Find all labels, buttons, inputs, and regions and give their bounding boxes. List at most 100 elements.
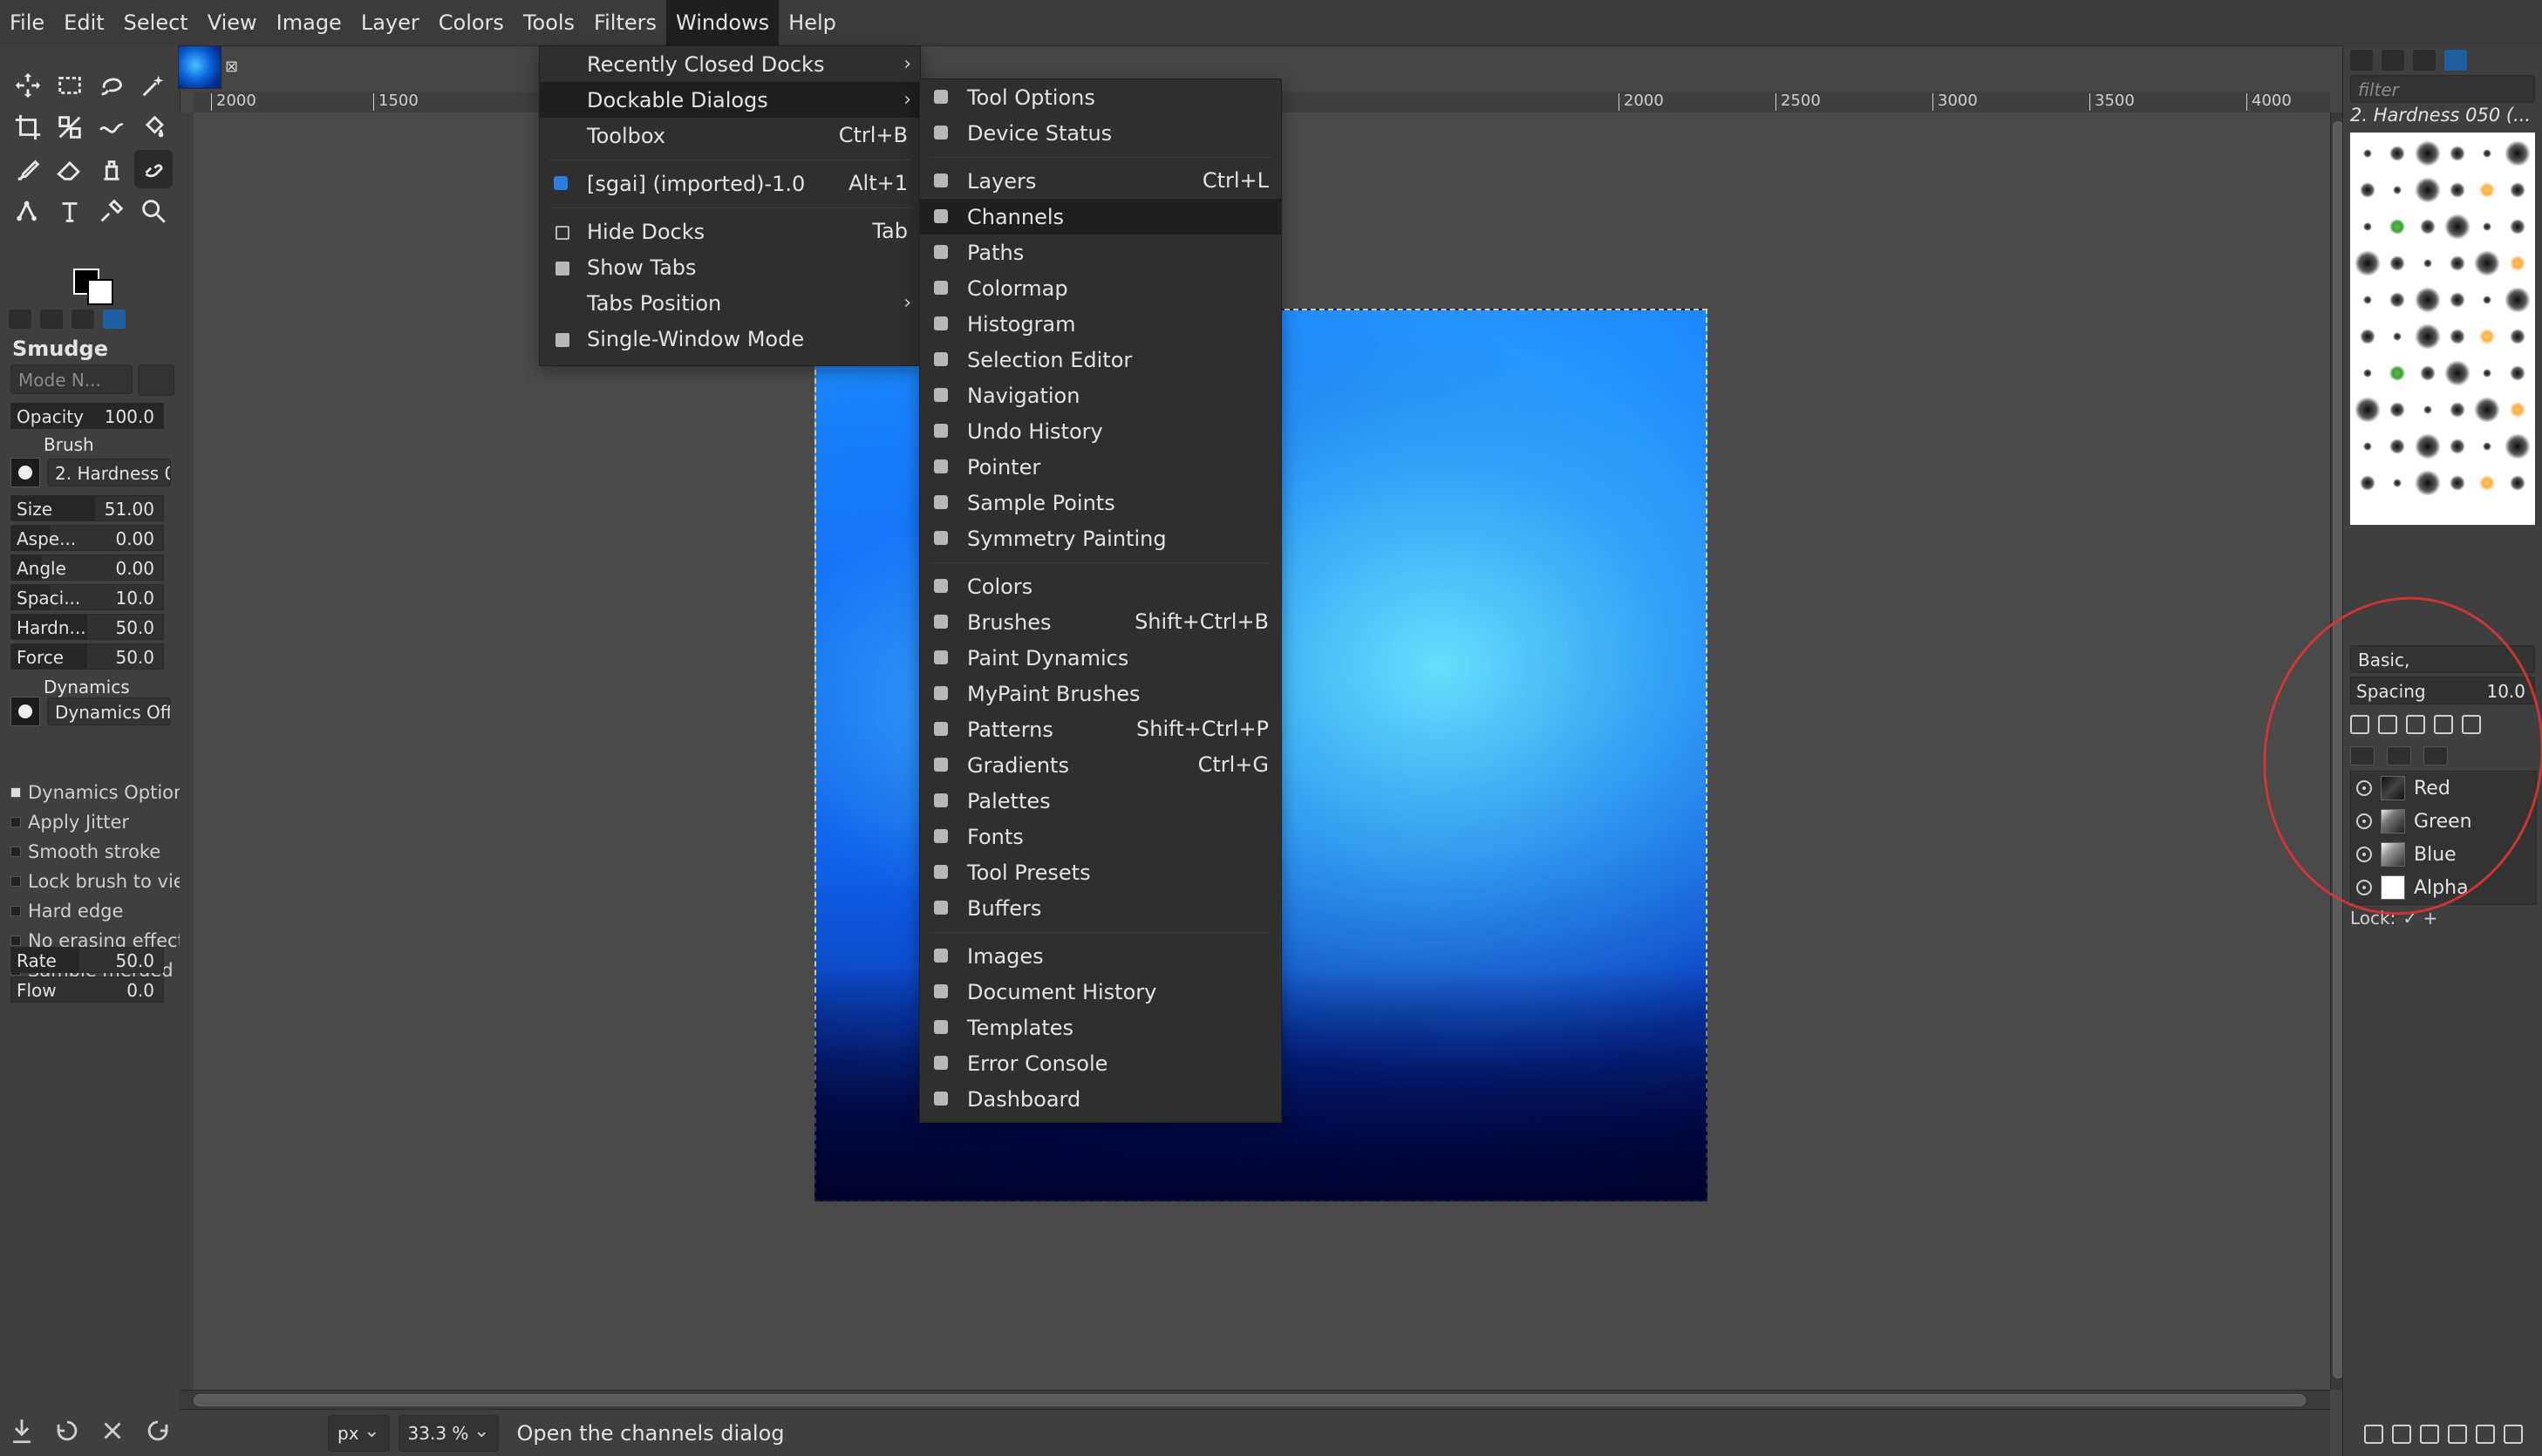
windows-menu-item-tabs-position[interactable]: Tabs Position ›: [540, 285, 920, 321]
brush-swatch[interactable]: [2413, 136, 2442, 171]
brush-swatch[interactable]: [2383, 466, 2412, 500]
menubar-item-file[interactable]: File: [0, 0, 54, 45]
unified-transform-tool-button[interactable]: [51, 108, 89, 146]
dockable-dialog-item-gradients[interactable]: Gradients Ctrl+G: [920, 747, 1281, 783]
brush-filter-input[interactable]: filter: [2350, 75, 2535, 103]
dockable-dialog-item-mypaint-brushes[interactable]: MyPaint Brushes: [920, 676, 1281, 711]
brush-swatch[interactable]: [2354, 246, 2382, 281]
close-image-tab-icon[interactable]: ⊠: [225, 58, 238, 76]
windows-menu-item-toolbox[interactable]: Toolbox Ctrl+B: [540, 118, 920, 153]
brush-swatch[interactable]: [2383, 319, 2412, 354]
tool-options-tab[interactable]: [9, 310, 31, 329]
dockable-dialog-item-histogram[interactable]: Histogram: [920, 306, 1281, 342]
hardness-slider[interactable]: Hardn... 50.0: [10, 614, 164, 640]
brush-swatch[interactable]: [2354, 392, 2382, 427]
dockable-dialog-item-dashboard[interactable]: Dashboard: [920, 1081, 1281, 1117]
horizontal-scroll-thumb[interactable]: [194, 1394, 2306, 1406]
brush-set-combo[interactable]: Basic,: [2350, 645, 2535, 673]
brush-swatch[interactable]: [2413, 246, 2442, 281]
channel-to-selection-icon[interactable]: [2475, 1425, 2495, 1444]
angle-slider[interactable]: Angle 0.00: [10, 555, 164, 581]
dockable-dialog-item-error-console[interactable]: Error Console: [920, 1045, 1281, 1081]
vertical-scrollbar[interactable]: [2330, 112, 2343, 1390]
menubar-item-colors[interactable]: Colors: [429, 0, 514, 45]
eye-icon[interactable]: [2356, 813, 2372, 829]
brush-swatch[interactable]: [2503, 246, 2532, 281]
brush-swatch[interactable]: [2443, 429, 2472, 464]
eye-icon[interactable]: [2356, 847, 2372, 862]
text-tool-button[interactable]: [51, 192, 89, 230]
tool-option-apply-jitter[interactable]: Apply Jitter: [10, 809, 129, 835]
dockable-dialog-item-undo-history[interactable]: Undo History: [920, 413, 1281, 449]
brush-swatch[interactable]: [2354, 429, 2382, 464]
channels-tab-icon[interactable]: [2387, 746, 2411, 765]
dockable-dialog-item-paths[interactable]: Paths: [920, 235, 1281, 270]
brush-swatch[interactable]: [2383, 136, 2412, 171]
windows-menu-item-hide-docks[interactable]: Hide Docks Tab: [540, 214, 920, 249]
undo-history-tab[interactable]: [72, 310, 94, 329]
mode-reset-button[interactable]: [138, 364, 174, 396]
paths-tool-button[interactable]: [9, 192, 47, 230]
menubar-item-windows[interactable]: Windows: [666, 0, 780, 45]
device-status-tab[interactable]: [40, 310, 63, 329]
zoom-tool-button[interactable]: [134, 192, 173, 230]
windows-menu-item-recently-closed-docks[interactable]: Recently Closed Docks ›: [540, 46, 920, 82]
channel-row-red[interactable]: Red: [2351, 772, 2536, 805]
dockable-dialog-item-fonts[interactable]: Fonts: [920, 819, 1281, 854]
refresh-brushes-icon[interactable]: [2462, 715, 2481, 734]
save-preset-icon[interactable]: [7, 1416, 37, 1446]
dockable-dialog-item-palettes[interactable]: Palettes: [920, 783, 1281, 819]
dockable-dialog-item-selection-editor[interactable]: Selection Editor: [920, 342, 1281, 378]
horizontal-scrollbar[interactable]: [180, 1390, 2330, 1410]
checkbox[interactable]: [10, 876, 21, 887]
brush-swatch[interactable]: [2354, 209, 2382, 244]
checkbox[interactable]: [10, 817, 21, 827]
brush-swatch[interactable]: [2354, 356, 2382, 391]
brush-swatch[interactable]: [2383, 356, 2412, 391]
spacing-slider[interactable]: Spaci... 10.0: [10, 584, 164, 610]
brush-swatch[interactable]: [2354, 319, 2382, 354]
restore-icon[interactable]: [52, 1416, 82, 1446]
brush-swatch[interactable]: [2473, 209, 2502, 244]
foreground-background-colors[interactable]: [68, 263, 113, 305]
brush-swatch[interactable]: [2413, 209, 2442, 244]
brush-spacing-slider[interactable]: Spacing 10.0: [2350, 677, 2535, 704]
dockable-dialog-item-channels[interactable]: Channels: [920, 199, 1281, 235]
unit-combo[interactable]: px: [328, 1414, 390, 1452]
rate-slider[interactable]: Rate 50.0: [10, 947, 164, 973]
menubar-item-edit[interactable]: Edit: [54, 0, 113, 45]
dynamics-selector[interactable]: Dynamics Off: [10, 696, 171, 727]
brush-swatch[interactable]: [2413, 356, 2442, 391]
clone-tool-button[interactable]: [92, 150, 131, 188]
brush-swatch[interactable]: [2473, 356, 2502, 391]
edit-brush-icon[interactable]: [2350, 715, 2369, 734]
brush-swatch[interactable]: [2413, 282, 2442, 317]
brush-swatch[interactable]: [2473, 246, 2502, 281]
brush-swatch[interactable]: [2473, 282, 2502, 317]
image-tab-thumbnail[interactable]: [178, 45, 221, 89]
new-brush-icon[interactable]: [2378, 715, 2397, 734]
checkbox[interactable]: [10, 787, 21, 798]
tool-presets-tab[interactable]: [2444, 50, 2467, 71]
channel-row-blue[interactable]: Blue: [2351, 838, 2536, 871]
dockable-dialog-item-symmetry-painting[interactable]: Symmetry Painting: [920, 520, 1281, 556]
brush-swatch[interactable]: [2383, 209, 2412, 244]
brush-selector[interactable]: 2. Hardness 0: [10, 457, 171, 488]
duplicate-brush-icon[interactable]: [2406, 715, 2425, 734]
dockable-dialog-item-document-history[interactable]: Document History: [920, 974, 1281, 1010]
raise-channel-icon[interactable]: [2391, 1425, 2411, 1444]
brush-swatch[interactable]: [2413, 466, 2442, 500]
brush-swatch[interactable]: [2503, 466, 2532, 500]
lower-channel-icon[interactable]: [2419, 1425, 2439, 1444]
channel-row-green[interactable]: Green: [2351, 805, 2536, 838]
brush-swatch[interactable]: [2443, 246, 2472, 281]
windows-menu-item-single-window-mode[interactable]: Single-Window Mode: [540, 321, 920, 357]
lasso-tool-button[interactable]: [92, 66, 131, 105]
eye-icon[interactable]: [2356, 880, 2372, 895]
brush-swatch[interactable]: [2503, 209, 2532, 244]
brush-swatch[interactable]: [2354, 173, 2382, 208]
brush-swatch[interactable]: [2503, 429, 2532, 464]
brush-swatch[interactable]: [2383, 246, 2412, 281]
menubar-item-tools[interactable]: Tools: [514, 0, 584, 45]
bucket-fill-tool-button[interactable]: [134, 108, 173, 146]
